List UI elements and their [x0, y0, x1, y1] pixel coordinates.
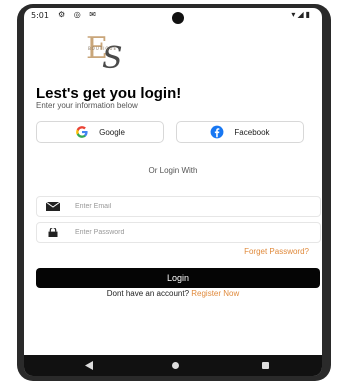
app-screen: 5:01 ⚙ ◎ ✉ ▾◢▮ E S BOUTIQUE Lest's get y… — [24, 8, 322, 376]
status-notification-icons: ⚙ ◎ ✉ — [58, 10, 99, 19]
google-button-label: Google — [99, 127, 125, 137]
register-row: Dont have an account? Register Now — [24, 289, 322, 298]
page-subtitle: Enter your information below — [36, 101, 138, 110]
facebook-icon — [211, 125, 224, 139]
status-time: 5:01 — [31, 11, 49, 20]
recent-apps-icon[interactable] — [262, 362, 269, 369]
home-icon[interactable] — [172, 362, 179, 369]
camera-cutout — [172, 12, 184, 24]
google-icon — [76, 126, 88, 138]
email-field[interactable] — [36, 196, 321, 217]
email-input[interactable] — [75, 199, 305, 213]
forgot-password-link[interactable]: Forget Password? — [244, 247, 309, 256]
divider-text: Or Login With — [148, 166, 198, 175]
mail-icon — [46, 202, 60, 211]
navigation-bar — [24, 355, 322, 376]
password-input[interactable] — [75, 225, 305, 239]
register-link[interactable]: Register Now — [191, 289, 239, 298]
page-title: Lest's get you login! — [36, 85, 182, 102]
lock-icon — [48, 228, 58, 237]
status-system-icons: ▾◢▮ — [291, 10, 312, 19]
login-button[interactable]: Login — [36, 268, 320, 288]
back-icon[interactable] — [85, 361, 93, 370]
google-login-button[interactable]: Google — [36, 121, 164, 143]
brand-logo: E S BOUTIQUE — [86, 31, 123, 74]
register-prompt: Dont have an account? — [106, 289, 190, 298]
password-field[interactable] — [36, 222, 321, 243]
facebook-login-button[interactable]: Facebook — [176, 121, 304, 143]
facebook-button-label: Facebook — [234, 127, 270, 137]
logo-tagline: BOUTIQUE — [88, 46, 117, 51]
